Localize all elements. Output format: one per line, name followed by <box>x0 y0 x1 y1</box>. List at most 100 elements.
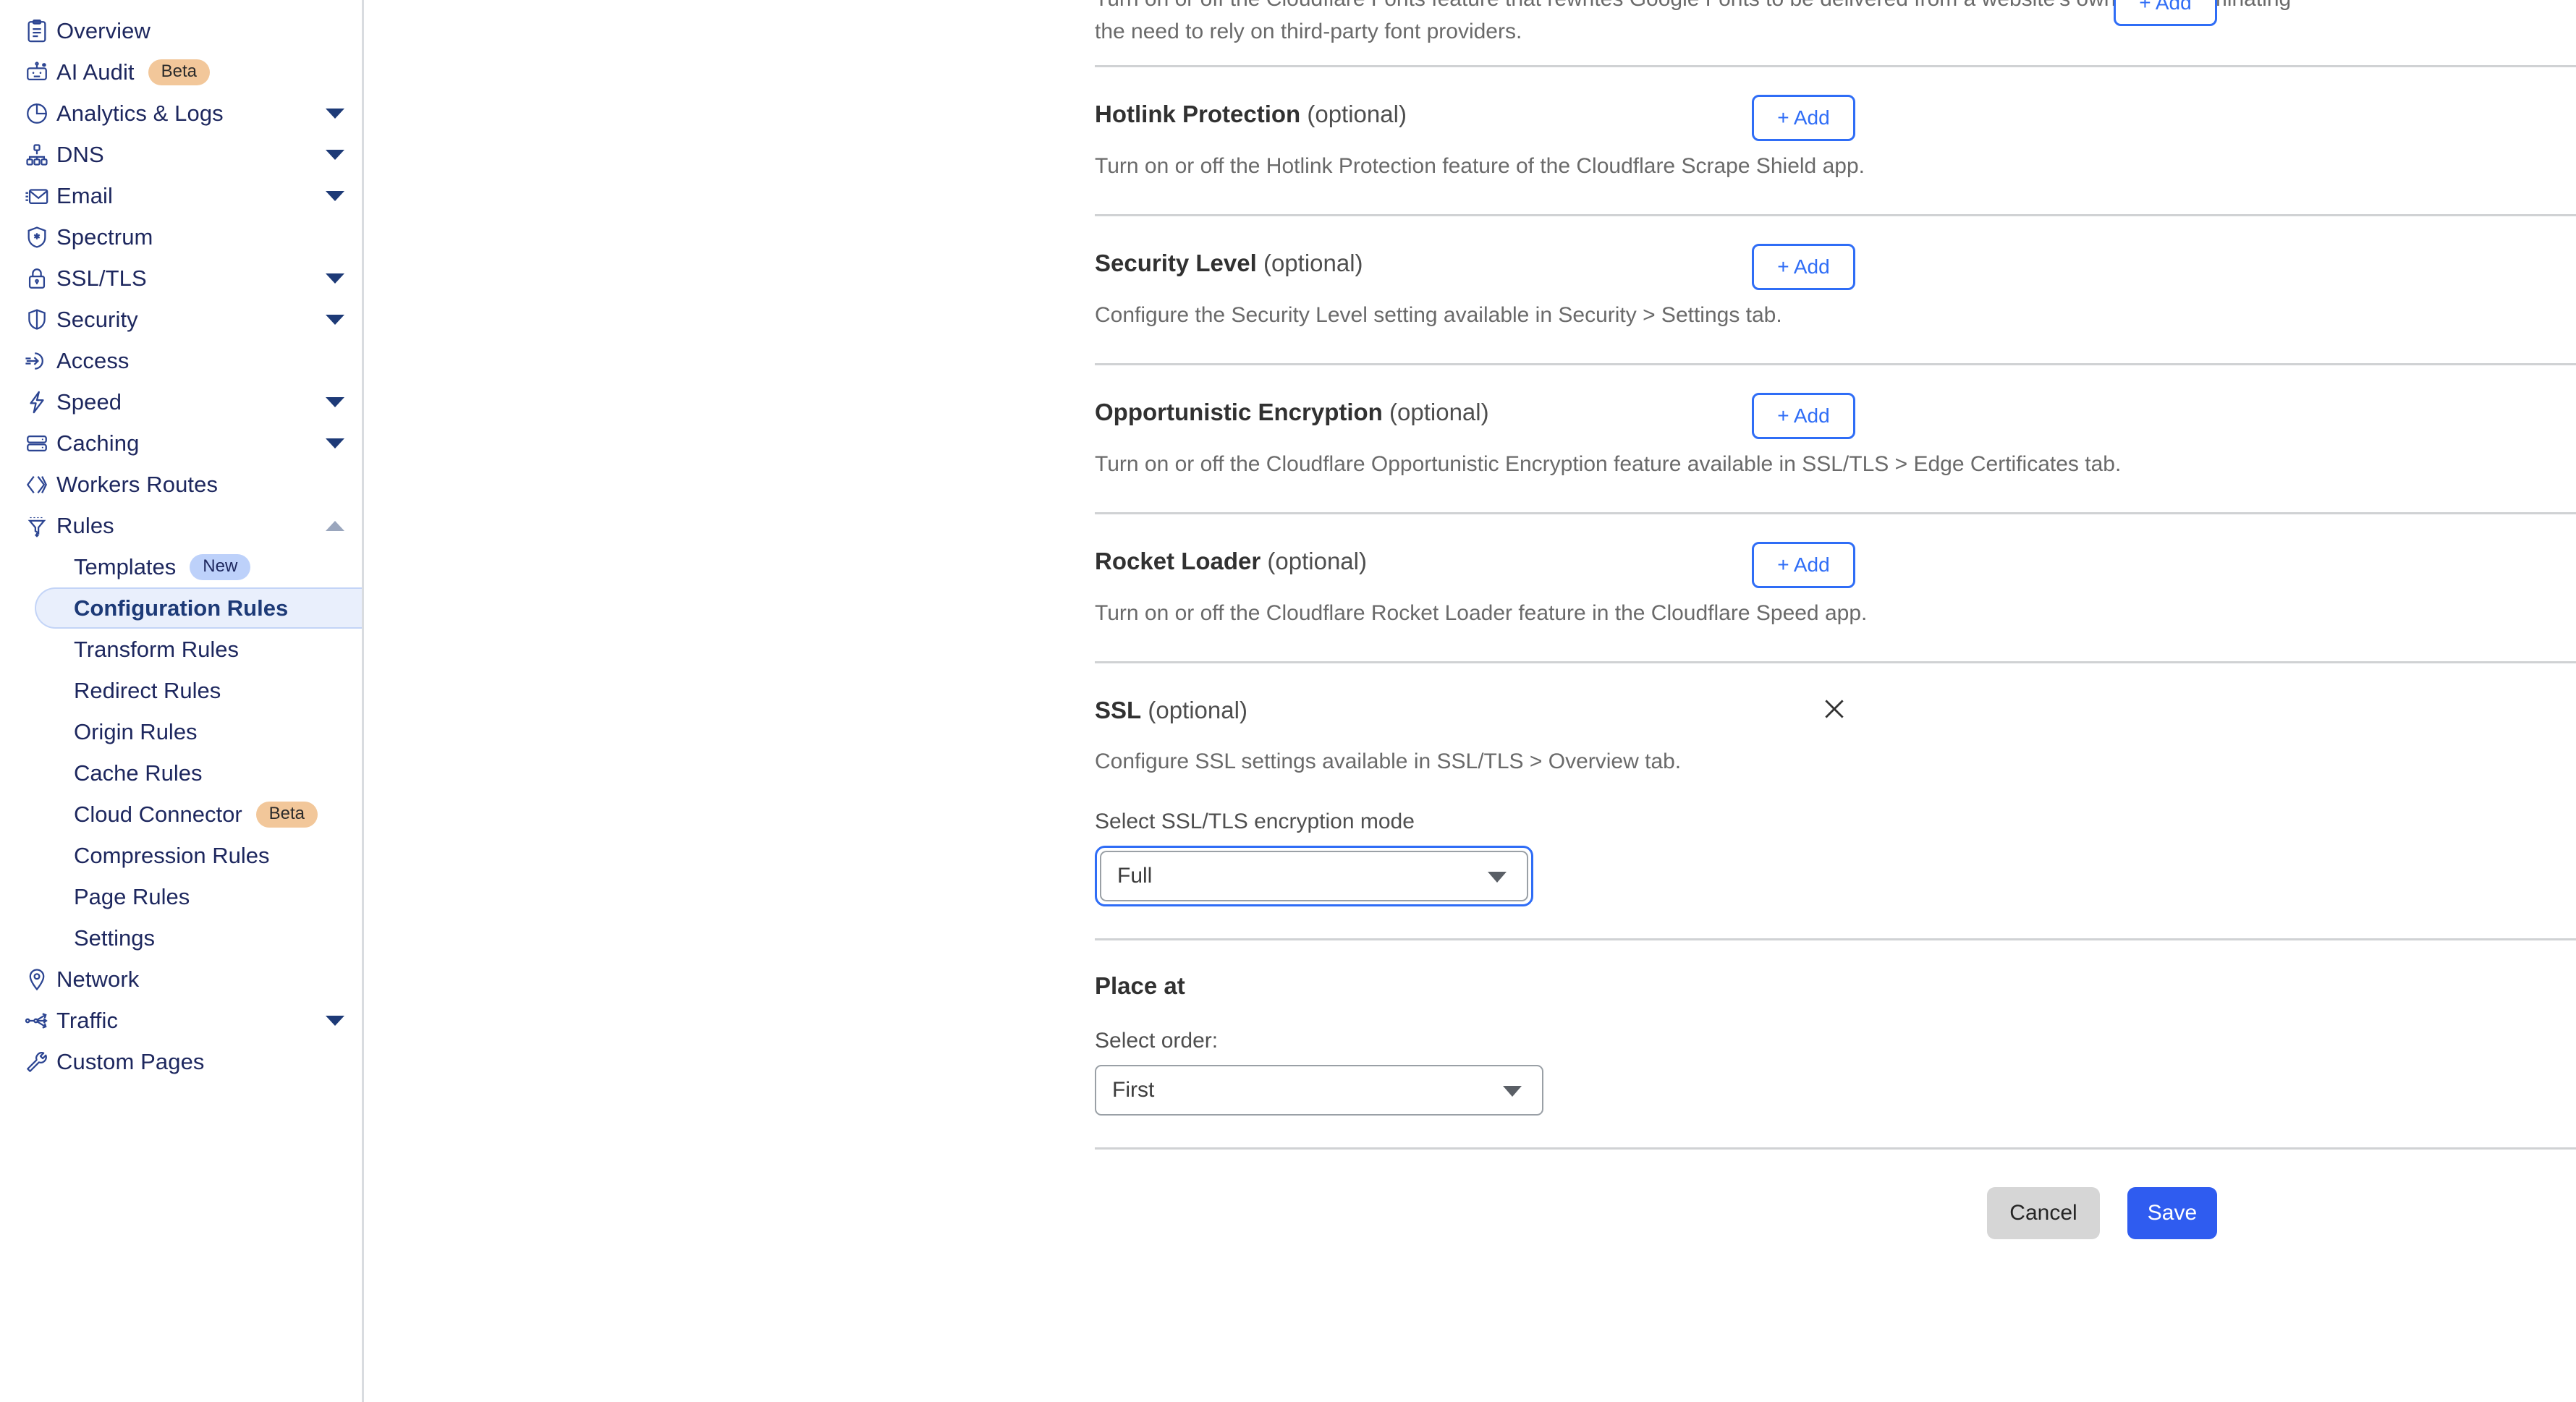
sidebar-item-label: SSL/TLS <box>56 265 147 291</box>
feature-name: SSL <box>1095 696 1142 723</box>
sidebar-item-label: Workers Routes <box>56 471 219 497</box>
traffic-split-icon <box>17 1008 56 1033</box>
add-button-rocket-loader[interactable]: + Add <box>1752 541 1855 588</box>
feature-title: Opportunistic Encryption (optional) <box>1095 397 2214 428</box>
shield-icon <box>17 307 56 332</box>
ssl-mode-select[interactable]: Full <box>1100 851 1528 902</box>
form-actions: Cancel Save <box>364 1150 2576 1240</box>
sidebar: Overview AI Audit Beta Analytics & Logs … <box>0 0 364 1402</box>
ssl-mode-field-label: Select SSL/TLS encryption mode <box>1095 810 1415 834</box>
place-at-field-label: Select order: <box>1095 1029 1219 1053</box>
app-root: Overview AI Audit Beta Analytics & Logs … <box>0 0 2576 1402</box>
sidebar-item-label: AI Audit <box>56 59 135 85</box>
sidebar-item-email[interactable]: Email <box>0 175 362 216</box>
add-button-opportunistic-encryption[interactable]: + Add <box>1752 392 1855 439</box>
sidebar-subitem-redirect-rules[interactable]: Redirect Rules <box>0 670 362 711</box>
sidebar-item-rules[interactable]: Rules <box>0 505 362 546</box>
chevron-down-icon[interactable] <box>326 396 344 407</box>
sidebar-item-ai-audit[interactable]: AI Audit Beta <box>0 51 362 93</box>
sidebar-subitem-cache-rules[interactable]: Cache Rules <box>0 752 362 794</box>
sidebar-item-custom-pages[interactable]: Custom Pages <box>0 1041 362 1082</box>
sidebar-subitem-page-rules[interactable]: Page Rules <box>0 876 362 917</box>
chevron-down-icon[interactable] <box>326 149 344 160</box>
sidebar-subitem-cloud-connector[interactable]: Cloud Connector Beta <box>0 794 362 835</box>
chevron-down-icon <box>1503 1086 1522 1097</box>
add-button-security-level[interactable]: + Add <box>1752 243 1855 290</box>
ssl-mode-selected-value: Full <box>1117 864 1153 888</box>
new-badge: New <box>190 553 251 580</box>
feature-title: Rocket Loader (optional) <box>1095 546 2214 577</box>
sidebar-item-network[interactable]: Network <box>0 959 362 1000</box>
ssl-mode-select-focus-ring: Full <box>1095 846 1533 907</box>
feature-name: Opportunistic Encryption <box>1095 398 1383 425</box>
chevron-down-icon[interactable] <box>326 190 344 201</box>
bolt-icon <box>17 390 56 415</box>
place-at-title: Place at <box>1095 972 1185 1000</box>
save-button[interactable]: Save <box>2127 1187 2217 1240</box>
clipboard-icon <box>17 19 56 43</box>
sidebar-subitem-configuration-rules[interactable]: Configuration Rules <box>35 587 362 629</box>
feature-title: SSL (optional) <box>1095 695 2214 726</box>
sidebar-item-label: Overview <box>56 17 151 43</box>
sidebar-item-label: Spectrum <box>56 224 153 250</box>
sidebar-item-overview[interactable]: Overview <box>0 10 362 51</box>
close-icon[interactable] <box>1813 688 1855 730</box>
sidebar-item-ssl-tls[interactable]: SSL/TLS <box>0 258 362 299</box>
feature-title: Hotlink Protection (optional) <box>1095 99 2214 130</box>
chevron-up-icon[interactable] <box>326 520 344 531</box>
sidebar-item-label: Rules <box>56 512 114 538</box>
beta-badge: Beta <box>255 801 318 828</box>
sidebar-item-access[interactable]: Access <box>0 340 362 381</box>
robot-icon <box>17 60 56 85</box>
feature-optional-tag: (optional) <box>1267 547 1367 574</box>
sidebar-subitem-transform-rules[interactable]: Transform Rules <box>0 629 362 670</box>
sidebar-subitem-label: Origin Rules <box>74 718 198 744</box>
sidebar-subitem-label: Configuration Rules <box>74 595 289 621</box>
sidebar-subitem-origin-rules[interactable]: Origin Rules <box>0 711 362 752</box>
sidebar-subitem-label: Cache Rules <box>74 760 203 786</box>
chevron-down-icon[interactable] <box>326 438 344 449</box>
feature-optional-tag: (optional) <box>1389 398 1489 425</box>
sidebar-item-label: DNS <box>56 141 104 167</box>
chevron-down-icon[interactable] <box>326 108 344 119</box>
beta-badge: Beta <box>148 59 211 85</box>
sidebar-item-spectrum[interactable]: Spectrum <box>0 216 362 258</box>
cancel-button[interactable]: Cancel <box>1987 1187 2100 1240</box>
sidebar-subitem-label: Redirect Rules <box>74 677 221 703</box>
feature-description: Configure the Security Level setting ava… <box>1095 302 1782 327</box>
add-button-cloudflare-fonts[interactable]: + Add <box>2114 0 2217 26</box>
sidebar-subitem-templates[interactable]: Templates New <box>0 546 362 587</box>
feature-name: Rocket Loader <box>1095 547 1261 574</box>
feature-description: Configure SSL settings available in SSL/… <box>1095 749 1682 774</box>
feature-row-hotlink-protection: Hotlink Protection (optional) Turn on or… <box>1095 67 2214 214</box>
sidebar-item-traffic[interactable]: Traffic <box>0 1000 362 1041</box>
feature-row-opportunistic-encryption: Opportunistic Encryption (optional) Turn… <box>1095 365 2214 512</box>
sidebar-item-caching[interactable]: Caching <box>0 422 362 464</box>
feature-optional-tag: (optional) <box>1263 249 1363 276</box>
sidebar-item-label: Custom Pages <box>56 1048 205 1074</box>
sidebar-item-workers-routes[interactable]: Workers Routes <box>0 464 362 505</box>
sidebar-subitem-label: Page Rules <box>74 883 190 909</box>
chevron-down-icon[interactable] <box>326 314 344 325</box>
sidebar-subitem-label: Settings <box>74 925 156 951</box>
place-at-section: Place at Select order: First <box>1095 940 2214 1147</box>
place-at-selected-value: First <box>1112 1078 1155 1103</box>
sidebar-item-label: Caching <box>56 430 140 456</box>
feature-optional-tag: (optional) <box>1148 696 1247 723</box>
feature-description: Turn on or off the Hotlink Protection fe… <box>1095 153 1865 178</box>
sidebar-item-analytics-logs[interactable]: Analytics & Logs <box>0 93 362 134</box>
lock-icon <box>17 266 56 291</box>
sidebar-item-dns[interactable]: DNS <box>0 134 362 175</box>
sidebar-item-speed[interactable]: Speed <box>0 381 362 422</box>
sidebar-subitem-label: Transform Rules <box>74 636 239 662</box>
add-button-hotlink-protection[interactable]: + Add <box>1752 95 1855 141</box>
sidebar-subitem-compression-rules[interactable]: Compression Rules <box>0 835 362 876</box>
feature-title: Security Level (optional) <box>1095 248 2214 279</box>
sidebar-subitem-settings[interactable]: Settings <box>0 917 362 959</box>
sidebar-item-security[interactable]: Security <box>0 299 362 340</box>
server-icon <box>17 431 56 456</box>
chevron-down-icon[interactable] <box>326 1015 344 1026</box>
sidebar-item-label: Security <box>56 306 138 332</box>
chevron-down-icon[interactable] <box>326 273 344 284</box>
place-at-order-select[interactable]: First <box>1095 1065 1543 1116</box>
